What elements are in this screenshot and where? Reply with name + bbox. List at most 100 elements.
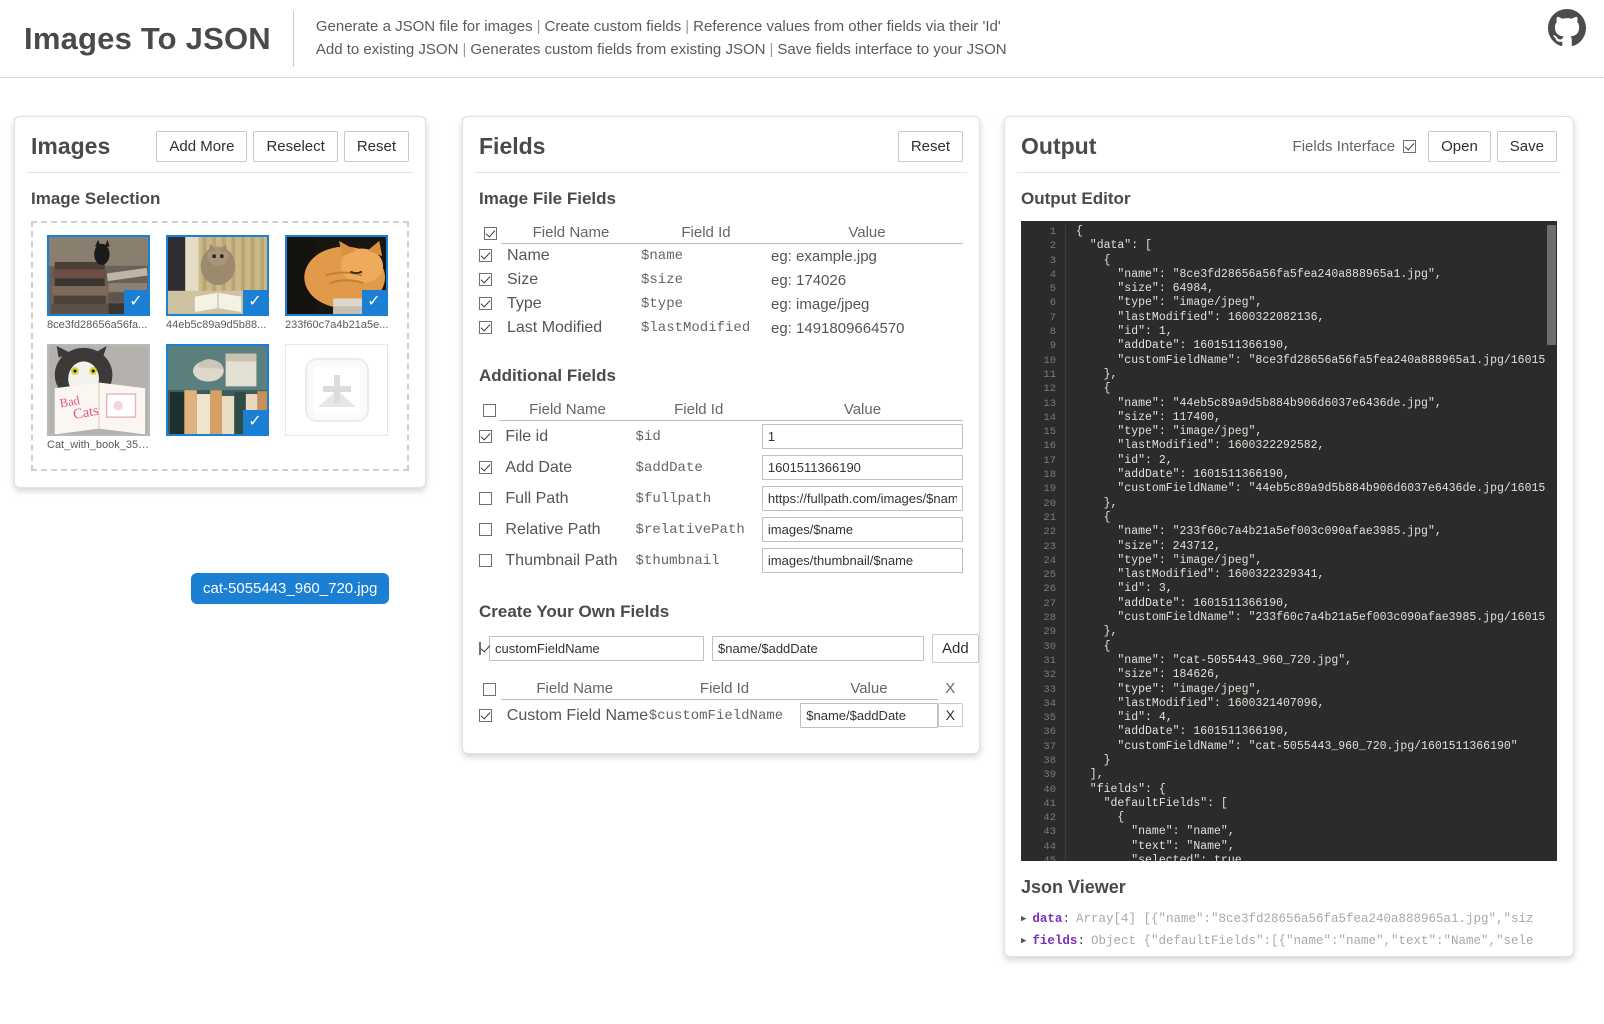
field-value-input-thumbnail-path[interactable] [761,548,963,573]
line-number: 33 [1043,683,1056,696]
field-checkbox-thumbnail-path[interactable] [479,553,492,567]
fields-interface-label: Fields Interface [1292,138,1396,155]
field-checkbox-file-id[interactable] [479,429,492,443]
select-all-custom-fields-checkbox[interactable] [483,682,497,696]
field-id: $addDate [635,459,703,476]
field-value-input-relative-path[interactable] [761,517,963,542]
code-text: "lastModified": 1600322329341, [1065,568,1557,583]
custom-field-checkbox[interactable] [479,708,492,722]
editor-scrollbar-thumb[interactable] [1547,225,1556,345]
reset-fields-button[interactable]: Reset [897,131,963,162]
thumbnail-tooltip: cat-5055443_960_720.jpg [191,573,390,604]
field-value-input-add-date[interactable] [761,455,963,480]
image-drop-zone[interactable]: ✓ 8ce3fd28656a56fa... ✓ 44eb5c89a9d5b88.… [31,221,409,604]
code-line: 4 "name": "8ce3fd28656a56fa5fea240a88896… [1021,267,1557,283]
thumbnail-image[interactable]: ✓ [47,235,150,316]
field-value-input-full-path[interactable] [761,486,963,511]
tagline-2-b: Generates custom fields from existing JS… [470,41,766,58]
code-text: "addDate": 1601511366190, [1065,468,1557,483]
expand-caret-icon[interactable]: ▶ [1021,914,1026,924]
code-line: 6 "type": "image/jpeg", [1021,296,1557,311]
new-custom-field-checkbox[interactable] [479,642,481,655]
field-checkbox-name[interactable] [479,249,492,263]
json-viewer-row-fields[interactable]: ▶ fields: Object {"defaultFields":[{"nam… [1021,934,1557,948]
field-value-input-file-id[interactable] [761,424,963,449]
save-button[interactable]: Save [1496,131,1557,162]
add-custom-field-button[interactable]: Add [932,634,979,663]
line-number: 39 [1043,769,1056,782]
fields-interface-checkbox[interactable] [1403,140,1417,153]
thumbnail-item[interactable]: ✓ 44eb5c89a9d5b88... [166,235,272,334]
thumbnail-label: 8ce3fd28656a56fa... [47,319,148,331]
code-line: 17 "id": 2, [1021,453,1557,469]
line-number: 28 [1043,612,1056,625]
line-number: 4 [1049,268,1056,281]
code-text: ], [1065,768,1557,783]
field-checkbox-relative-path[interactable] [479,522,492,536]
thumbnail-item[interactable]: ✓ 8ce3fd28656a56fa... [47,235,153,334]
code-line: 24 "type": "image/jpeg", [1021,553,1557,569]
fields-panel-title: Fields [479,133,546,159]
add-image-button[interactable] [285,343,388,436]
code-line: 29 }, [1021,625,1557,640]
line-number: 9 [1049,340,1056,353]
code-line: 44 "text": "Name", [1021,839,1557,855]
line-number: 44 [1043,840,1056,853]
thumbnail-image[interactable]: ✓ [166,343,269,436]
field-value: eg: example.jpg [771,247,877,265]
field-id: $name [641,248,684,264]
line-number: 38 [1043,754,1056,767]
select-all-additional-fields-checkbox[interactable] [482,403,496,417]
line-number: 34 [1043,697,1056,710]
new-custom-field-name-input[interactable] [489,636,704,661]
custom-field-value-input[interactable] [800,703,938,728]
line-number: 21 [1043,511,1056,524]
column-field-name: Field Name [499,398,636,421]
code-lines[interactable]: 1{2 "data": [3 {4 "name": "8ce3fd28656a5… [1021,221,1557,861]
code-line: 39 ], [1021,768,1557,783]
thumbnail-item[interactable]: ✓ 233f60c7a4b21a5e... [285,235,391,334]
editor-scrollbar-track[interactable] [1545,221,1557,861]
reset-images-button[interactable]: Reset [343,131,409,162]
field-checkbox-add-date[interactable] [479,460,492,474]
thumbnail-image[interactable]: ✓ [285,235,388,316]
output-panel-header: Output Fields Interface Open Save [1017,117,1561,173]
table-row: Size $size eg: 174026 [479,268,963,292]
add-image-tile[interactable] [285,343,391,454]
open-button[interactable]: Open [1428,131,1491,162]
code-text: "name": "name", [1065,825,1557,840]
code-text: "defaultFields": [ [1065,796,1557,812]
thumbnail-label: Cat_with_book_350... [47,438,153,451]
table-row: Custom Field Name $customFieldName X [479,700,963,732]
thumbnail-image[interactable]: ✓ [166,235,269,316]
additional-fields-table: Field Name Field Id Value File id $id Ad… [479,398,963,576]
code-text: "addDate": 1601511366190, [1065,596,1557,612]
code-text: "customFieldName": "233f60c7a4b21a5ef003… [1065,611,1557,626]
output-editor[interactable]: 1{2 "data": [3 {4 "name": "8ce3fd28656a5… [1021,221,1557,861]
line-number: 13 [1043,397,1056,410]
code-text: "type": "image/jpeg", [1065,682,1557,697]
json-viewer-row-data[interactable]: ▶ data: Array[4] [{"name":"8ce3fd28656a5… [1021,912,1557,926]
add-more-button[interactable]: Add More [156,131,248,162]
reselect-button[interactable]: Reselect [253,131,338,162]
github-icon[interactable] [1548,9,1586,47]
thumbnail-image[interactable]: Bad Cats [47,343,150,436]
thumbnail-item[interactable]: ✓ [166,343,272,454]
field-checkbox-size[interactable] [479,273,492,287]
line-number: 15 [1043,426,1056,439]
field-checkbox-full-path[interactable] [479,491,492,505]
line-number: 16 [1043,440,1056,453]
new-custom-field-value-input[interactable] [712,636,924,661]
cat-with-book-photo: Bad Cats [49,345,148,434]
code-line: 42 { [1021,811,1557,826]
select-all-image-fields-checkbox[interactable] [483,226,497,240]
remove-custom-field-button[interactable]: X [937,703,963,728]
code-line: 43 "name": "name", [1021,825,1557,840]
field-checkbox-last-modified[interactable] [479,321,492,335]
field-checkbox-type[interactable] [479,297,492,311]
code-text: "data": [ [1065,239,1557,254]
code-line: 36 "addDate": 1601511366190, [1021,725,1557,740]
page-title: Images To JSON [24,20,271,56]
thumbnail-item[interactable]: Bad Cats Cat_with_book_350... [47,343,153,454]
expand-caret-icon[interactable]: ▶ [1021,936,1026,946]
